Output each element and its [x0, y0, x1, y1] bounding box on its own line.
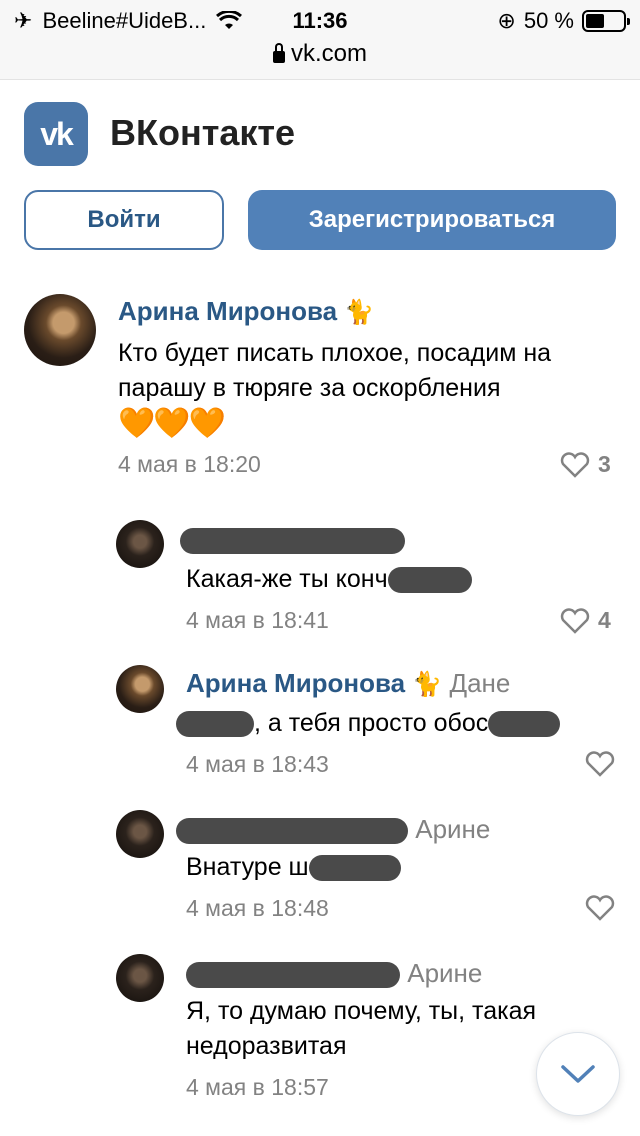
comment-date[interactable]: 4 мая в 18:20	[118, 451, 261, 478]
status-bar: ✈ Beeline#UideB... 11:36 ⊕ 50 % vk.com	[0, 0, 640, 80]
like-count: 3	[598, 451, 611, 477]
lock-icon	[272, 43, 285, 63]
avatar[interactable]	[116, 810, 164, 858]
status-right: ⊕ 50 %	[497, 8, 630, 34]
like-button[interactable]	[585, 895, 615, 921]
comment-date[interactable]: 4 мая в 18:41	[186, 607, 329, 634]
comment-date[interactable]: 4 мая в 18:43	[186, 751, 329, 778]
hearts-emoji: 🧡🧡🧡	[118, 407, 226, 440]
like-button[interactable]	[585, 751, 615, 777]
rotation-lock-icon: ⊕	[497, 8, 516, 33]
comment-text: Какая-же ты конч	[186, 562, 472, 597]
author-name[interactable]: Арина Миронова	[186, 668, 405, 698]
reply-to[interactable]: Дане	[449, 668, 510, 698]
reply-to[interactable]: Арине	[407, 958, 482, 988]
heart-icon	[560, 607, 590, 634]
comment-text-visible: , а тебя просто обос	[254, 709, 489, 737]
avatar[interactable]	[116, 520, 164, 568]
register-button[interactable]: Зарегистрироваться	[248, 190, 616, 250]
battery-icon	[582, 10, 630, 32]
redaction-scribble	[308, 855, 401, 882]
comment-text: , а тебя просто обос	[176, 706, 561, 741]
avatar[interactable]	[116, 954, 164, 1002]
like-button[interactable]: 3	[560, 451, 611, 478]
login-button[interactable]: Войти	[24, 190, 224, 250]
address-bar[interactable]: vk.com	[0, 40, 640, 68]
comment-date[interactable]: 4 мая в 18:57	[186, 1074, 329, 1101]
redaction-scribble	[176, 818, 408, 845]
heart-icon	[560, 451, 590, 478]
scroll-down-button[interactable]	[536, 1032, 620, 1116]
author-name[interactable]: Арина Миронова	[118, 296, 337, 326]
comment-author-redacted[interactable]	[180, 524, 405, 555]
comment-author[interactable]: Арине	[176, 814, 490, 845]
reply-to[interactable]: Арине	[415, 814, 490, 844]
avatar[interactable]	[24, 294, 96, 366]
vk-logo-text: vk	[40, 115, 74, 152]
comment-author[interactable]: Арине	[186, 958, 482, 989]
avatar[interactable]	[116, 665, 164, 713]
comment-text: Внатуре ш	[186, 850, 401, 885]
comment-text-visible: Какая-же ты конч	[186, 565, 388, 593]
comment-text-visible: Внатуре ш	[186, 853, 309, 881]
cat-emoji: 🐈	[412, 671, 443, 698]
redaction-scribble	[387, 567, 472, 594]
redaction-scribble	[180, 528, 405, 555]
url-text: vk.com	[290, 40, 367, 67]
battery-percent: 50 %	[523, 8, 574, 33]
battery-fill	[586, 14, 604, 28]
comment-author[interactable]: Арина Миронова 🐈	[118, 296, 374, 327]
redaction-scribble	[176, 711, 254, 738]
brand-title[interactable]: ВКонтакте	[110, 112, 295, 154]
comment-author[interactable]: Арина Миронова 🐈 Дане	[186, 668, 510, 699]
chevron-down-icon	[561, 1065, 595, 1083]
like-count: 4	[598, 607, 611, 633]
vk-logo[interactable]: vk	[24, 102, 88, 166]
like-button[interactable]: 4	[560, 607, 611, 634]
comment-date[interactable]: 4 мая в 18:48	[186, 895, 329, 922]
comment-text: Кто будет писать плохое, посадим на пара…	[118, 339, 552, 402]
heart-icon	[585, 751, 615, 777]
cat-emoji: 🐈	[344, 299, 375, 326]
redaction-scribble	[488, 711, 561, 738]
redaction-scribble	[186, 962, 400, 989]
heart-icon	[585, 895, 615, 921]
